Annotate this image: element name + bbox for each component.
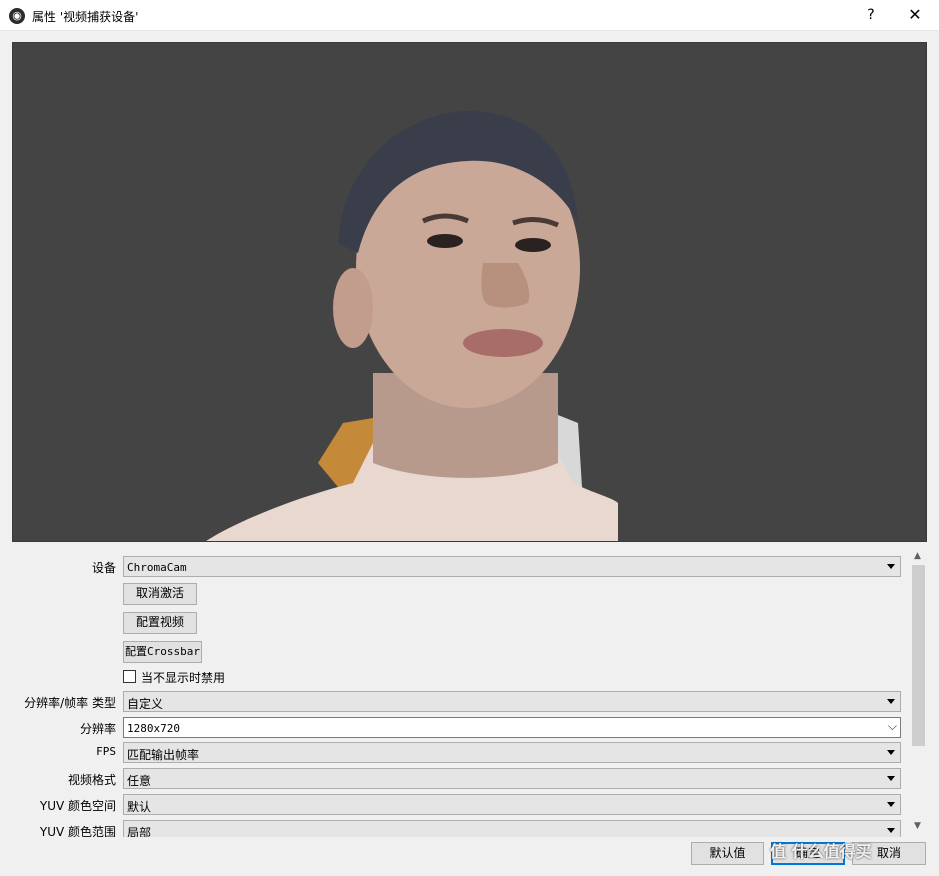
yuv-color-range-value: 局部 — [127, 826, 152, 837]
video-preview — [12, 42, 927, 542]
configure-crossbar-button[interactable]: 配置Crossbar — [123, 641, 202, 663]
res-fps-type-label: 分辨率/帧率 类型 — [24, 696, 116, 710]
deactivate-when-hidden-checkbox[interactable]: 当不显示时禁用 — [123, 668, 323, 686]
yuv-color-range-label: YUV 颜色范围 — [39, 825, 116, 837]
video-format-label: 视频格式 — [67, 773, 116, 787]
video-format-select[interactable]: 任意 — [123, 768, 901, 789]
window-title: 属性 '视频捕获设备' — [32, 10, 139, 24]
scroll-up-arrow-icon[interactable]: ▲ — [914, 551, 921, 561]
video-format-row: 视频格式 任意 — [0, 768, 912, 790]
res-fps-type-row: 分辨率/帧率 类型 自定义 — [0, 691, 912, 713]
resolution-combo-input[interactable]: 1280x720 ⌵ — [123, 717, 901, 738]
fps-label: FPS — [96, 745, 116, 758]
chevron-down-icon[interactable]: ⌵ — [888, 719, 897, 734]
properties-scrollbar[interactable]: ▲ ▼ — [911, 549, 926, 834]
dropdown-arrow-icon — [887, 750, 895, 755]
res-fps-type-value: 自定义 — [127, 697, 164, 711]
dropdown-arrow-icon — [887, 776, 895, 781]
checkbox-label: 当不显示时禁用 — [141, 671, 226, 685]
properties-panel: 设备 ChromaCam 取消激活 配置视频 配置Crossbar 当不显示时禁… — [0, 549, 912, 837]
scroll-down-arrow-icon[interactable]: ▼ — [914, 821, 921, 831]
obs-logo-icon: ◉ — [9, 8, 25, 24]
device-select[interactable]: ChromaCam — [123, 556, 901, 577]
fps-row: FPS 匹配输出帧率 — [0, 742, 912, 764]
yuv-color-space-value: 默认 — [127, 800, 152, 814]
resolution-row: 分辨率 1280x720 ⌵ — [0, 717, 912, 739]
dropdown-arrow-icon — [887, 699, 895, 704]
scrollbar-thumb[interactable] — [912, 565, 925, 746]
yuv-color-space-label: YUV 颜色空间 — [39, 799, 116, 813]
yuv-color-space-row: YUV 颜色空间 默认 — [0, 794, 912, 816]
dropdown-arrow-icon — [887, 564, 895, 569]
webcam-person-image — [206, 111, 618, 541]
help-button[interactable]: ? — [860, 5, 882, 27]
configure-video-button[interactable]: 配置视频 — [123, 612, 197, 634]
resolution-value[interactable]: 1280x720 — [127, 722, 180, 735]
checkbox-box[interactable] — [123, 670, 136, 683]
resolution-label: 分辨率 — [79, 722, 116, 736]
device-label: 设备 — [91, 561, 116, 575]
yuv-color-range-row: YUV 颜色范围 局部 — [0, 820, 912, 837]
fps-select[interactable]: 匹配输出帧率 — [123, 742, 901, 763]
defaults-button[interactable]: 默认值 — [691, 842, 764, 865]
video-format-value: 任意 — [127, 774, 152, 788]
watermark: 值 什么值得买 — [770, 842, 872, 861]
res-fps-type-select[interactable]: 自定义 — [123, 691, 901, 712]
title-bar: ◉ 属性 '视频捕获设备' ? ✕ — [0, 0, 939, 31]
device-row: 设备 ChromaCam — [0, 556, 912, 578]
fps-value: 匹配输出帧率 — [127, 748, 200, 762]
dropdown-arrow-icon — [887, 828, 895, 833]
deactivate-button[interactable]: 取消激活 — [123, 583, 197, 605]
device-select-value: ChromaCam — [127, 561, 187, 574]
yuv-color-space-select[interactable]: 默认 — [123, 794, 901, 815]
yuv-color-range-select[interactable]: 局部 — [123, 820, 901, 837]
dropdown-arrow-icon — [887, 802, 895, 807]
close-button[interactable]: ✕ — [903, 5, 927, 27]
